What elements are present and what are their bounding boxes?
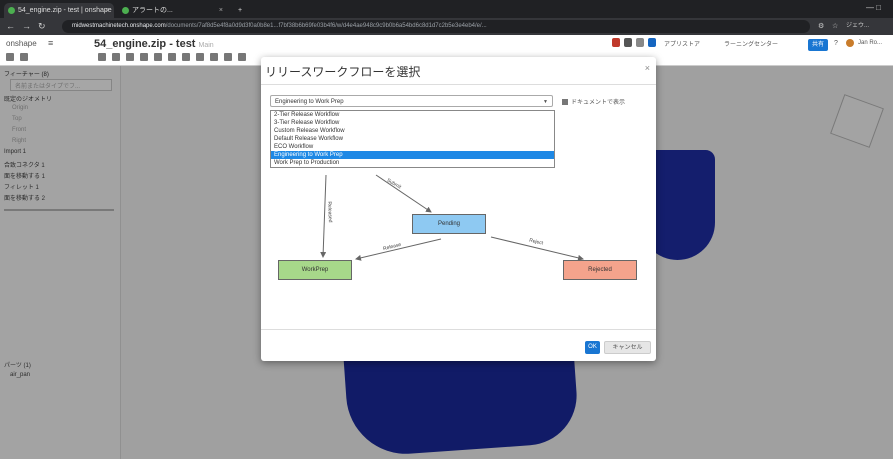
sweep-tool-icon[interactable]: [140, 53, 148, 61]
notification-icon[interactable]: [612, 38, 620, 47]
chamfer-tool-icon[interactable]: [182, 53, 190, 61]
url-host: midwestmachinetech.onshape.com: [72, 23, 166, 29]
dialog-divider: [261, 84, 656, 85]
workflow-dropdown-list: 2-Tier Release Workflow 3-Tier Release W…: [270, 110, 555, 168]
dialog-title: リリースワークフローを選択: [265, 65, 421, 79]
rib-tool-icon[interactable]: [224, 53, 232, 61]
document-icon: [562, 99, 568, 106]
extension-icon[interactable]: ⚙: [818, 20, 824, 33]
versions-icon[interactable]: [636, 38, 644, 47]
sketch-tool-icon[interactable]: [98, 53, 106, 61]
cancel-button[interactable]: キャンセル: [604, 341, 651, 354]
state-rejected: Rejected: [563, 260, 637, 280]
bookmark-star-icon[interactable]: ☆: [832, 20, 838, 33]
edge-released: [320, 174, 327, 258]
tab-favicon-icon: [122, 7, 129, 14]
url-path: /documents/7af8d5e4f8a0d9d3f0a0b8e1...f7…: [165, 23, 487, 29]
release-workflow-dialog: リリースワークフローを選択 × Engineering to Work Prep…: [261, 57, 656, 361]
tab-title: 54_engine.zip - test | onshape: [18, 7, 112, 14]
shell-tool-icon[interactable]: [196, 53, 204, 61]
browser-tab-bar: 54_engine.zip - test | onshape × アラートの..…: [0, 0, 893, 18]
browser-tab-alert[interactable]: アラートの... ×: [118, 3, 228, 18]
edge-label-released: Released: [326, 201, 333, 223]
user-name[interactable]: Jan Ro...: [858, 40, 882, 46]
workflow-option[interactable]: ECO Workflow: [271, 143, 554, 151]
workflow-option[interactable]: 2-Tier Release Workflow: [271, 111, 554, 119]
loft-tool-icon[interactable]: [154, 53, 162, 61]
workflow-edges: [320, 174, 584, 261]
reload-icon[interactable]: ↻: [38, 20, 46, 33]
app-store-icon[interactable]: [648, 38, 656, 47]
branch-label: Main: [198, 42, 214, 49]
address-bar[interactable]: midwestmachinetech.onshape.com/documents…: [62, 20, 810, 33]
new-tab-button[interactable]: +: [234, 3, 254, 18]
profile-button[interactable]: ジェウ...: [846, 20, 869, 33]
learning-center-button[interactable]: ラーニングセンター: [720, 39, 782, 51]
dialog-footer-divider: [261, 329, 656, 330]
close-tab-icon[interactable]: ×: [219, 3, 223, 18]
hole-tool-icon[interactable]: [238, 53, 246, 61]
close-tab-icon[interactable]: ×: [105, 3, 109, 18]
avatar[interactable]: [846, 39, 854, 47]
workflow-select-value: Engineering to Work Prep: [275, 99, 344, 105]
edge-submit: [375, 174, 432, 213]
menu-icon[interactable]: ≡: [48, 38, 53, 48]
back-icon[interactable]: ←: [6, 20, 15, 33]
tab-title: アラートの...: [132, 7, 173, 14]
app-store-button[interactable]: アプリストア: [660, 39, 704, 51]
ok-button[interactable]: OK: [585, 341, 600, 354]
workflow-select[interactable]: Engineering to Work Prep ▼: [270, 95, 553, 107]
workflow-option[interactable]: Default Release Workflow: [271, 135, 554, 143]
state-workprep: WorkPrep: [278, 260, 352, 280]
undo-icon[interactable]: [6, 53, 14, 61]
document-title[interactable]: 54_engine.zip - test Main: [94, 38, 214, 50]
workflow-option-selected[interactable]: Engineering to Work Prep: [271, 151, 554, 159]
workflow-option[interactable]: 3-Tier Release Workflow: [271, 119, 554, 127]
state-pending: Pending: [412, 214, 486, 234]
fillet-tool-icon[interactable]: [168, 53, 176, 61]
onshape-favicon-icon: [8, 7, 15, 14]
window-controls[interactable]: — □: [866, 3, 881, 12]
close-icon[interactable]: ×: [645, 63, 650, 73]
comments-icon[interactable]: [624, 38, 632, 47]
extrude-tool-icon[interactable]: [112, 53, 120, 61]
browser-tab-onshape[interactable]: 54_engine.zip - test | onshape ×: [4, 3, 114, 18]
chevron-down-icon: ▼: [543, 99, 548, 105]
draft-tool-icon[interactable]: [210, 53, 218, 61]
share-button[interactable]: 共有: [808, 39, 829, 51]
workflow-option[interactable]: Work Prep to Production: [271, 159, 554, 167]
view-in-document-label: ドキュメントで表示: [571, 100, 626, 106]
view-in-document-link[interactable]: ドキュメントで表示: [562, 97, 625, 106]
forward-icon[interactable]: →: [22, 20, 31, 33]
workflow-option[interactable]: Custom Release Workflow: [271, 127, 554, 135]
help-icon[interactable]: ?: [834, 40, 838, 47]
onshape-logo[interactable]: onshape: [6, 39, 37, 48]
document-title-text: 54_engine.zip - test: [94, 38, 196, 50]
redo-icon[interactable]: [20, 53, 28, 61]
browser-toolbar: ← → ↻ midwestmachinetech.onshape.com/doc…: [0, 18, 893, 35]
workflow-diagram: Submit Released Release Reject Pending W…: [271, 167, 651, 307]
revolve-tool-icon[interactable]: [126, 53, 134, 61]
